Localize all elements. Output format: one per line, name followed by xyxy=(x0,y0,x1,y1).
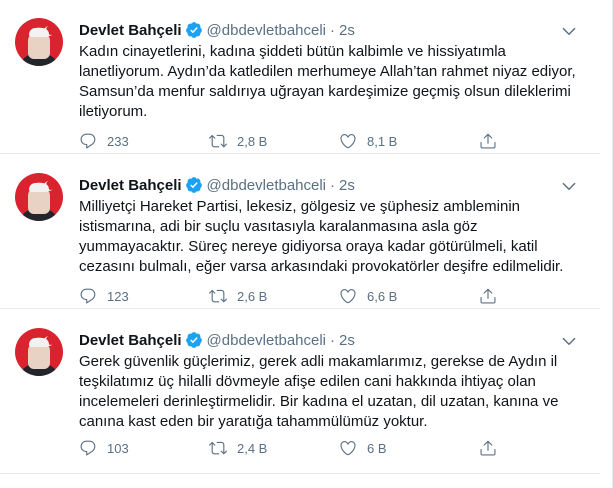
like-button[interactable]: 6 B xyxy=(339,439,469,457)
verified-badge-icon xyxy=(185,22,202,38)
separator-dot: · xyxy=(330,21,336,39)
tweet-actions: 103 2,4 B 6 B xyxy=(79,438,519,458)
retweet-icon xyxy=(209,441,227,455)
avatar[interactable] xyxy=(15,173,63,221)
retweet-icon xyxy=(209,289,227,303)
caret-down-icon[interactable] xyxy=(560,332,578,350)
tweet-3[interactable]: Devlet Bahçeli @dbdevletbahceli · 2s Ger… xyxy=(0,310,600,474)
tweet-time[interactable]: 2s xyxy=(339,332,355,349)
heart-icon xyxy=(340,441,356,456)
tweet-time[interactable]: 2s xyxy=(339,177,355,194)
verified-badge-icon xyxy=(185,332,202,348)
reply-button[interactable]: 233 xyxy=(79,132,209,150)
share-icon xyxy=(480,440,496,456)
retweet-count: 2,6 B xyxy=(237,288,268,304)
author-handle[interactable]: @dbdevletbahceli xyxy=(207,177,326,194)
tweet-actions: 123 2,6 B 6,6 B xyxy=(79,286,519,306)
retweet-button[interactable]: 2,4 B xyxy=(209,439,339,457)
share-icon xyxy=(480,133,496,149)
tweet-text: Milliyetçi Hareket Partisi, lekesiz, göl… xyxy=(79,198,564,275)
like-count: 6 B xyxy=(367,440,387,456)
reply-button[interactable]: 103 xyxy=(79,439,209,457)
share-button[interactable] xyxy=(479,132,509,150)
share-button[interactable] xyxy=(479,287,509,305)
author-handle[interactable]: @dbdevletbahceli xyxy=(207,22,326,39)
like-count: 6,6 B xyxy=(367,288,398,304)
like-button[interactable]: 8,1 B xyxy=(339,132,469,150)
caret-down-icon[interactable] xyxy=(560,177,578,195)
caret-down-icon[interactable] xyxy=(560,22,578,40)
reply-icon xyxy=(80,440,96,456)
retweet-button[interactable]: 2,8 B xyxy=(209,132,339,150)
author-name[interactable]: Devlet Bahçeli xyxy=(79,177,182,194)
separator-dot: · xyxy=(330,331,336,349)
reply-count: 123 xyxy=(107,288,129,304)
heart-icon xyxy=(340,134,356,149)
tweet-text: Kadın cinayetlerini, kadına şiddeti bütü… xyxy=(79,43,576,120)
retweet-icon xyxy=(209,134,227,148)
avatar[interactable] xyxy=(15,18,63,66)
tweet-feed: Devlet Bahçeli @dbdevletbahceli · 2s Kad… xyxy=(0,0,613,488)
tweet-header: Devlet Bahçeli @dbdevletbahceli · 2s xyxy=(79,330,355,350)
tweet-header: Devlet Bahçeli @dbdevletbahceli · 2s xyxy=(79,20,355,40)
share-icon xyxy=(480,288,496,304)
retweet-count: 2,8 B xyxy=(237,133,268,149)
like-count: 8,1 B xyxy=(367,133,398,149)
tweet-actions: 233 2,8 B 8,1 B xyxy=(79,131,519,151)
share-button[interactable] xyxy=(479,439,509,457)
author-name[interactable]: Devlet Bahçeli xyxy=(79,332,182,349)
reply-icon xyxy=(80,288,96,304)
reply-button[interactable]: 123 xyxy=(79,287,209,305)
separator-dot: · xyxy=(330,176,336,194)
tweet-1[interactable]: Devlet Bahçeli @dbdevletbahceli · 2s Kad… xyxy=(0,0,600,154)
author-name[interactable]: Devlet Bahçeli xyxy=(79,22,182,39)
author-handle[interactable]: @dbdevletbahceli xyxy=(207,332,326,349)
tweet-time[interactable]: 2s xyxy=(339,22,355,39)
like-button[interactable]: 6,6 B xyxy=(339,287,469,305)
heart-icon xyxy=(340,289,356,304)
tweet-text: Gerek güvenlik güçlerimiz, gerek adli ma… xyxy=(79,353,559,430)
reply-count: 233 xyxy=(107,133,129,149)
verified-badge-icon xyxy=(185,177,202,193)
retweet-button[interactable]: 2,6 B xyxy=(209,287,339,305)
retweet-count: 2,4 B xyxy=(237,440,268,456)
tweet-header: Devlet Bahçeli @dbdevletbahceli · 2s xyxy=(79,175,355,195)
avatar[interactable] xyxy=(15,328,63,376)
reply-count: 103 xyxy=(107,440,129,456)
reply-icon xyxy=(80,133,96,149)
tweet-2[interactable]: Devlet Bahçeli @dbdevletbahceli · 2s Mil… xyxy=(0,155,600,309)
